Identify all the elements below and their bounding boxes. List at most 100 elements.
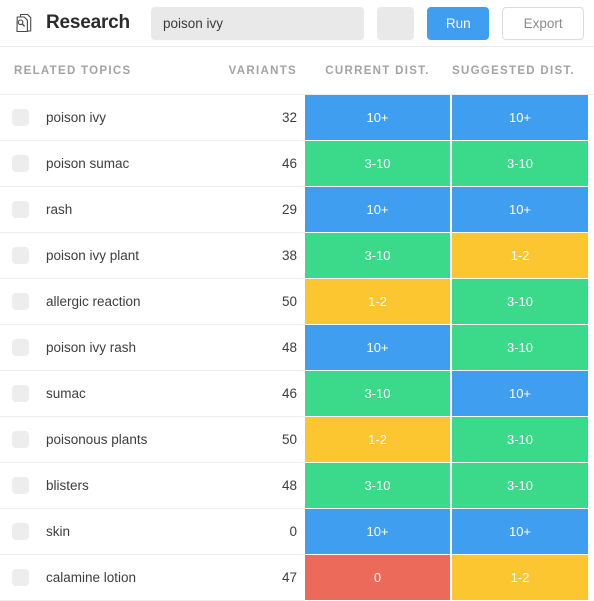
suggested-dist-cell[interactable]: 10+ [452, 371, 588, 417]
toolbar: Research Run Export [0, 0, 594, 47]
current-dist-cell[interactable]: 3-10 [305, 141, 450, 187]
row-checkbox[interactable] [12, 293, 29, 310]
row-checkbox[interactable] [12, 339, 29, 356]
brand: Research [14, 12, 130, 34]
table-right-edge [588, 233, 594, 279]
suggested-dist-cell[interactable]: 10+ [452, 95, 588, 141]
variants-cell: 47 [210, 555, 305, 601]
variants-cell: 50 [210, 417, 305, 463]
table-row[interactable]: skin 0 10+ 10+ [0, 509, 594, 555]
table-row[interactable]: allergic reaction 50 1-2 3-10 [0, 279, 594, 325]
document-search-icon [14, 13, 34, 33]
table-right-edge [588, 509, 594, 555]
variants-cell: 48 [210, 325, 305, 371]
topic-label: poison ivy [46, 110, 107, 125]
row-checkbox[interactable] [12, 385, 29, 402]
topic-cell: poisonous plants [0, 417, 210, 463]
variants-cell: 50 [210, 279, 305, 325]
suggested-dist-cell[interactable]: 1-2 [452, 233, 588, 279]
current-dist-cell[interactable]: 3-10 [305, 371, 450, 417]
suggested-dist-cell[interactable]: 3-10 [452, 279, 588, 325]
topic-label: allergic reaction [46, 294, 141, 309]
run-button[interactable]: Run [427, 6, 490, 40]
topic-cell: poison ivy [0, 95, 210, 141]
table-right-edge [588, 463, 594, 509]
current-dist-cell[interactable]: 10+ [305, 325, 450, 371]
topic-label: skin [46, 524, 71, 539]
table-right-edge [588, 187, 594, 233]
current-dist-cell[interactable]: 10+ [305, 187, 450, 233]
column-header-current-dist[interactable]: CURRENT DIST. [305, 47, 450, 94]
variants-cell: 46 [210, 141, 305, 187]
topic-cell: blisters [0, 463, 210, 509]
table-body: poison ivy 32 10+ 10+ poison sumac 46 3-10 3-10… [0, 95, 594, 601]
table-right-edge [588, 279, 594, 325]
topic-cell: rash [0, 187, 210, 233]
export-button[interactable]: Export [502, 6, 585, 40]
column-header-related-topics[interactable]: RELATED TOPICS [0, 47, 210, 94]
table-row[interactable]: poison ivy plant 38 3-10 1-2 [0, 233, 594, 279]
variants-cell: 29 [210, 187, 305, 233]
topic-cell: skin [0, 509, 210, 555]
current-dist-cell[interactable]: 3-10 [305, 233, 450, 279]
results-table: RELATED TOPICS VARIANTS CURRENT DIST. SU… [0, 47, 594, 601]
topic-label: blisters [46, 478, 89, 493]
variants-cell: 46 [210, 371, 305, 417]
row-checkbox[interactable] [12, 201, 29, 218]
variants-cell: 0 [210, 509, 305, 555]
table-row[interactable]: sumac 46 3-10 10+ [0, 371, 594, 417]
suggested-dist-cell[interactable]: 10+ [452, 187, 588, 233]
table-row[interactable]: blisters 48 3-10 3-10 [0, 463, 594, 509]
topic-cell: poison sumac [0, 141, 210, 187]
table-row[interactable]: poison ivy 32 10+ 10+ [0, 95, 594, 141]
row-checkbox[interactable] [12, 431, 29, 448]
column-header-suggested-dist[interactable]: SUGGESTED DIST. [452, 47, 588, 94]
topic-cell: calamine lotion [0, 555, 210, 601]
table-row[interactable]: calamine lotion 47 0 1-2 [0, 555, 594, 601]
current-dist-cell[interactable]: 1-2 [305, 417, 450, 463]
table-row[interactable]: rash 29 10+ 10+ [0, 187, 594, 233]
row-checkbox[interactable] [12, 569, 29, 586]
table-right-edge [588, 555, 594, 601]
row-checkbox[interactable] [12, 523, 29, 540]
topic-label: sumac [46, 386, 86, 401]
topic-cell: allergic reaction [0, 279, 210, 325]
column-header-variants[interactable]: VARIANTS [210, 47, 305, 94]
table-header-row: RELATED TOPICS VARIANTS CURRENT DIST. SU… [0, 47, 594, 95]
row-checkbox[interactable] [12, 109, 29, 126]
suggested-dist-cell[interactable]: 3-10 [452, 463, 588, 509]
table-row[interactable]: poisonous plants 50 1-2 3-10 [0, 417, 594, 463]
current-dist-cell[interactable]: 10+ [305, 95, 450, 141]
current-dist-cell[interactable]: 3-10 [305, 463, 450, 509]
topic-cell: sumac [0, 371, 210, 417]
suggested-dist-cell[interactable]: 10+ [452, 509, 588, 555]
suggested-dist-cell[interactable]: 3-10 [452, 417, 588, 463]
table-row[interactable]: poison sumac 46 3-10 3-10 [0, 141, 594, 187]
table-right-edge [588, 417, 594, 463]
current-dist-cell[interactable]: 10+ [305, 509, 450, 555]
table-row[interactable]: poison ivy rash 48 10+ 3-10 [0, 325, 594, 371]
search-input[interactable] [150, 6, 365, 40]
topic-cell: poison ivy plant [0, 233, 210, 279]
suggested-dist-cell[interactable]: 1-2 [452, 555, 588, 601]
row-checkbox[interactable] [12, 477, 29, 494]
topic-label: poison sumac [46, 156, 130, 171]
page-title: Research [46, 12, 130, 33]
table-right-edge [588, 325, 594, 371]
blank-button[interactable] [377, 6, 415, 40]
variants-cell: 32 [210, 95, 305, 141]
table-right-edge [588, 141, 594, 187]
topic-label: poison ivy plant [46, 248, 140, 263]
topic-label: poisonous plants [46, 432, 148, 447]
row-checkbox[interactable] [12, 155, 29, 172]
table-right-edge [588, 47, 594, 94]
suggested-dist-cell[interactable]: 3-10 [452, 141, 588, 187]
current-dist-cell[interactable]: 0 [305, 555, 450, 601]
variants-cell: 48 [210, 463, 305, 509]
suggested-dist-cell[interactable]: 3-10 [452, 325, 588, 371]
topic-label: poison ivy rash [46, 340, 137, 355]
topic-cell: poison ivy rash [0, 325, 210, 371]
row-checkbox[interactable] [12, 247, 29, 264]
topic-label: calamine lotion [46, 570, 137, 585]
current-dist-cell[interactable]: 1-2 [305, 279, 450, 325]
